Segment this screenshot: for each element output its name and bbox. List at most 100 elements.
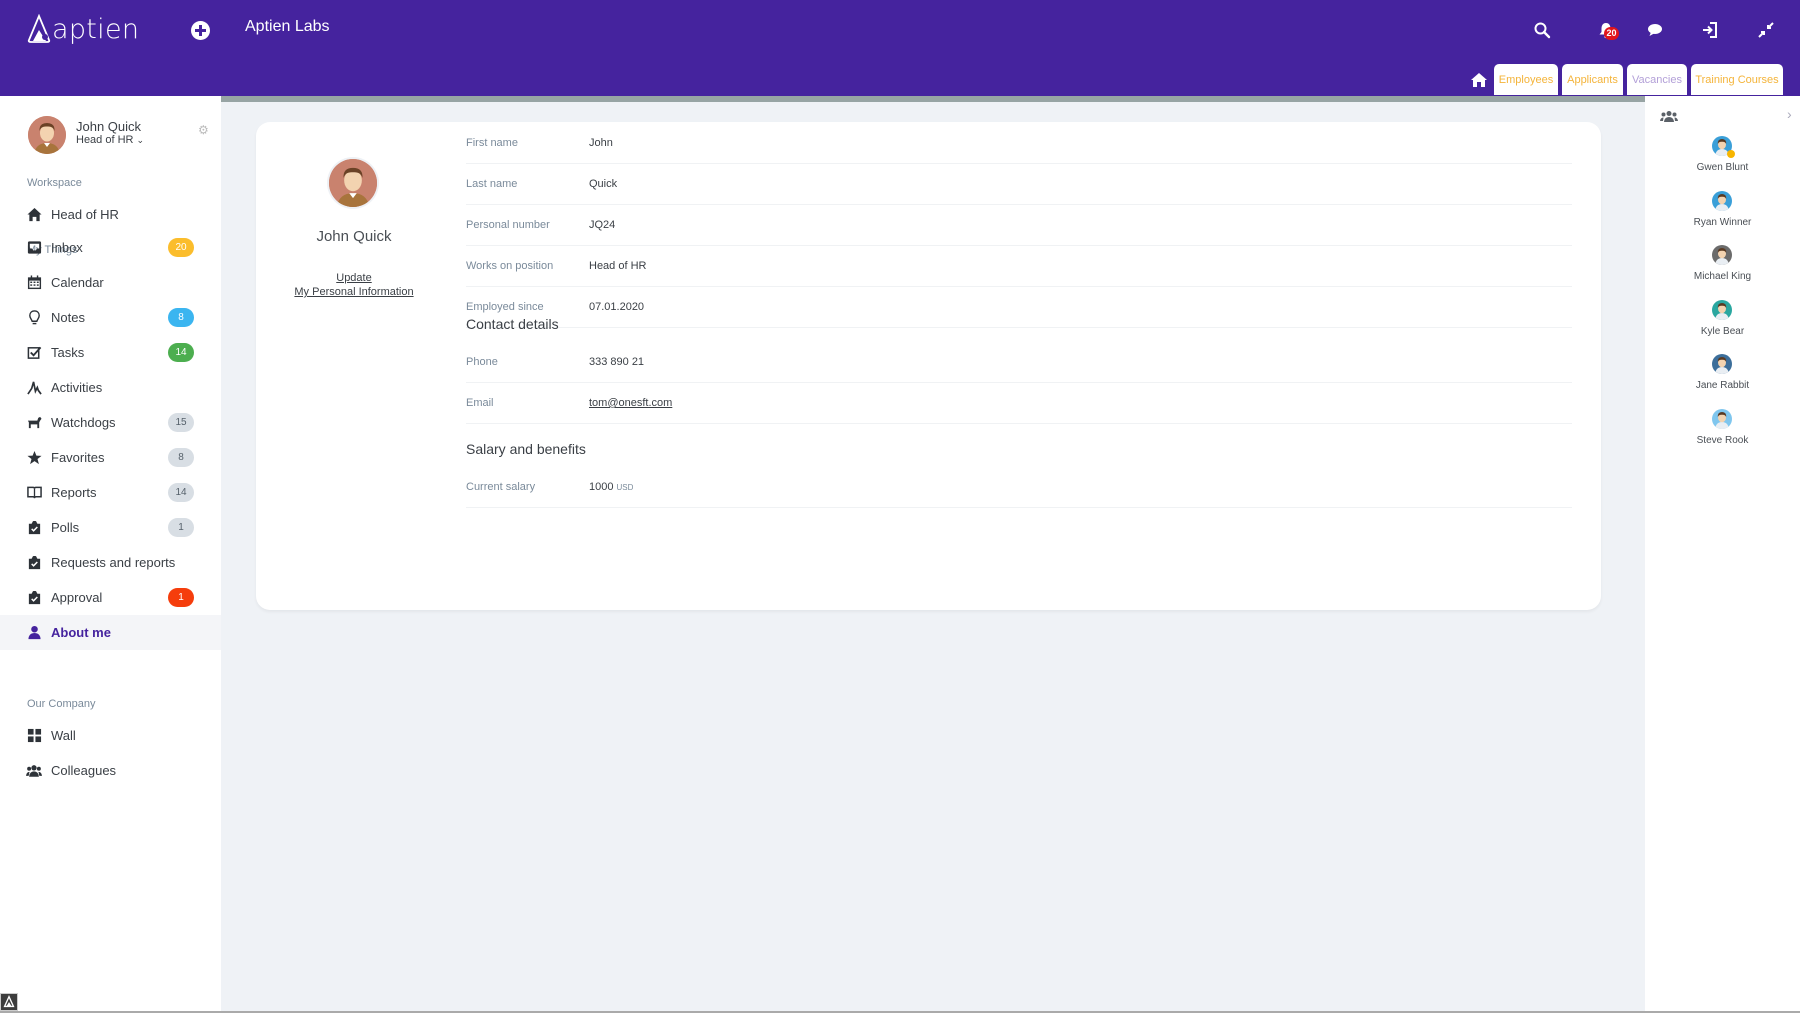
colleague-name: Michael King	[1693, 271, 1752, 282]
update-personal-info-link[interactable]: Update My Personal Information	[256, 271, 452, 299]
plus-circle-icon[interactable]	[191, 21, 210, 40]
field-row-last-name: Last name Quick	[466, 164, 1572, 205]
logout-button[interactable]	[1698, 18, 1722, 42]
aptien-logo[interactable]: aptien	[26, 12, 139, 46]
field-label: Last name	[466, 178, 518, 190]
colleague-item[interactable]: Michael King	[1645, 245, 1800, 295]
sidebar-item-label: Watchdogs	[51, 415, 116, 430]
sidebar-item-label: Polls	[51, 520, 80, 535]
count-badge: 1	[168, 588, 194, 607]
profile-avatar	[329, 159, 377, 207]
calendar-icon	[26, 275, 42, 291]
sidebar-item-inbox[interactable]: Inbox 20	[0, 230, 221, 265]
colleague-item[interactable]: Gwen Blunt	[1645, 136, 1800, 186]
field-label: Phone	[466, 356, 498, 368]
sidebar-item-wall[interactable]: Wall	[0, 718, 221, 753]
sidebar-item-requests-and-reports[interactable]: Requests and reports	[0, 545, 221, 580]
sidebar-item-about-me[interactable]: About me	[0, 615, 221, 650]
clipboard-check-icon	[26, 555, 42, 571]
star-icon	[26, 450, 42, 466]
organization-name[interactable]: Aptien Labs	[245, 18, 330, 36]
user-role-dropdown[interactable]: Head of HR ⌄	[76, 134, 144, 146]
salary-value: 1000	[589, 481, 614, 493]
sidebar-item-calendar[interactable]: Calendar	[0, 265, 221, 300]
search-icon	[1534, 22, 1551, 39]
sidebar-item-approval[interactable]: Approval 1	[0, 580, 221, 615]
sidebar-item-label: Wall	[51, 728, 76, 743]
online-status-dot	[1727, 150, 1735, 158]
field-row-personal-number: Personal number JQ24	[466, 205, 1572, 246]
email-link[interactable]: tom@onesft.com	[589, 397, 672, 409]
section-label-workspace: Workspace	[27, 177, 82, 189]
book-icon	[26, 485, 42, 501]
sidebar-item-tasks[interactable]: Tasks 14	[0, 335, 221, 370]
count-badge: 1	[168, 518, 194, 537]
tab-employees[interactable]: Employees	[1494, 64, 1558, 95]
home-tab-icon[interactable]	[1470, 72, 1488, 88]
field-label: Current salary	[466, 481, 536, 493]
sidebar-item-label: About me	[51, 625, 111, 640]
sidebar-item-label: Activities	[51, 380, 103, 395]
avatar[interactable]	[28, 116, 66, 154]
tab-applicants[interactable]: Applicants	[1562, 64, 1623, 95]
user-profile-block: John Quick Head of HR ⌄ ⚙	[28, 116, 218, 158]
compress-button[interactable]	[1754, 18, 1778, 42]
sidebar-item-label: Colleagues	[51, 763, 117, 778]
colleague-item[interactable]: Steve Rook	[1645, 408, 1800, 459]
inbox-icon	[26, 240, 42, 256]
chat-button[interactable]	[1643, 18, 1667, 42]
colleague-item[interactable]: Kyle Bear	[1645, 299, 1800, 350]
user-role-label: Head of HR	[76, 134, 134, 146]
sidebar-item-workspace-head-of-hr[interactable]: Head of HR	[0, 197, 221, 232]
field-row-works-on-position: Works on position Head of HR	[466, 246, 1572, 287]
field-value: Quick	[589, 178, 618, 190]
grid-icon	[26, 728, 42, 744]
home-icon	[26, 207, 42, 223]
sidebar-item-polls[interactable]: Polls 1	[0, 510, 221, 545]
gear-icon[interactable]: ⚙	[198, 124, 210, 136]
users-icon	[26, 763, 42, 779]
field-row-email: Email tom@onesft.com	[466, 383, 1572, 424]
colleague-name: Kyle Bear	[1700, 325, 1745, 337]
user-icon	[26, 625, 42, 641]
sidebar-item-activities[interactable]: Activities	[0, 370, 221, 405]
contact-details-title: Contact details	[466, 316, 559, 332]
field-value: JQ24	[589, 219, 616, 231]
sidebar-item-watchdogs[interactable]: Watchdogs 15	[0, 405, 221, 440]
top-header: aptien Aptien Labs 20 Employees Applican…	[0, 0, 1800, 96]
search-button[interactable]	[1530, 18, 1554, 42]
count-badge: 8	[168, 448, 194, 467]
tab-vacancies[interactable]: Vacancies	[1627, 64, 1687, 95]
activity-icon	[26, 380, 42, 396]
notifications-badge: 20	[1604, 27, 1619, 40]
tab-training-courses[interactable]: Training Courses	[1691, 64, 1783, 95]
count-badge: 15	[168, 413, 194, 432]
count-badge: 14	[168, 343, 194, 362]
sidebar-item-notes[interactable]: Notes 8	[0, 300, 221, 335]
field-row-employed-since: Employed since 07.01.2020	[466, 287, 1572, 328]
count-badge: 8	[168, 308, 194, 327]
sidebar-item-reports[interactable]: Reports 14	[0, 475, 221, 510]
user-name: John Quick	[76, 119, 142, 134]
field-label: Personal number	[466, 219, 550, 231]
field-value: John	[589, 137, 613, 149]
field-label: Email	[466, 397, 494, 409]
notifications-button[interactable]: 20	[1594, 18, 1619, 42]
field-row-first-name: First name John	[466, 123, 1572, 164]
chevron-right-icon[interactable]: ›	[1787, 106, 1792, 122]
sidebar-item-favorites[interactable]: Favorites 8	[0, 440, 221, 475]
lightbulb-icon	[26, 310, 42, 326]
colleague-item[interactable]: Ryan Winner	[1645, 190, 1800, 241]
colleague-item[interactable]: Jane Rabbit	[1645, 354, 1800, 404]
app-corner-logo-icon[interactable]	[0, 993, 18, 1011]
sidebar-item-label: Tasks	[51, 345, 85, 360]
salary-currency: USD	[616, 483, 634, 492]
colleague-name: Jane Rabbit	[1695, 380, 1750, 391]
sidebar-item-colleagues[interactable]: Colleagues	[0, 753, 221, 788]
update-link-line2: My Personal Information	[294, 286, 414, 298]
colleagues-panel: › Gwen Blunt Ryan Winner Michael King Kyle …	[1645, 96, 1800, 1011]
colleague-avatar	[1712, 354, 1732, 374]
users-icon[interactable]	[1660, 110, 1678, 122]
section-label-our-company: Our Company	[27, 698, 96, 710]
aptien-logo-icon	[27, 14, 51, 43]
